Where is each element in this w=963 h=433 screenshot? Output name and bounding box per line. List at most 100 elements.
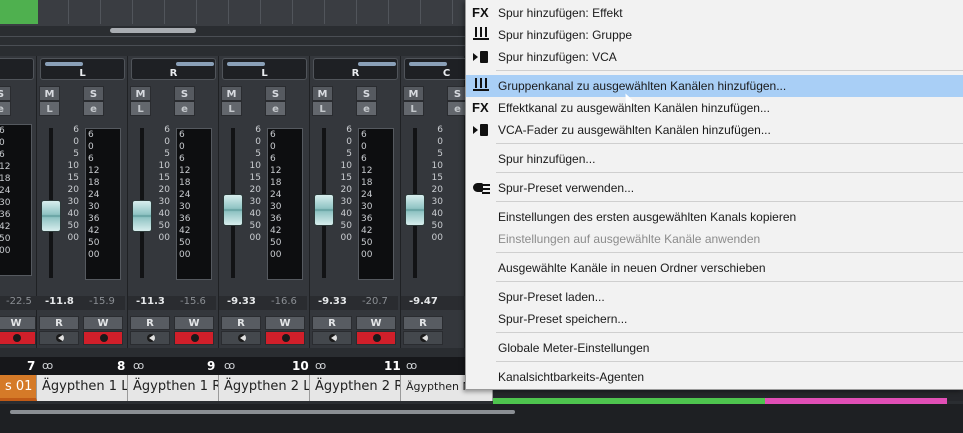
solo-button[interactable]: S xyxy=(356,86,377,101)
fader-value[interactable]: -11.3 xyxy=(136,296,165,307)
record-button[interactable] xyxy=(83,331,123,345)
record-button[interactable] xyxy=(0,331,36,345)
fader-scale: 6 0 5 10 15 20 30 40 50 00 xyxy=(239,124,261,244)
menu-item-add-group-track[interactable]: Spur hinzufügen: Gruppe xyxy=(466,24,963,46)
write-button[interactable]: W xyxy=(356,316,396,330)
mute-button[interactable]: M xyxy=(39,86,60,101)
listen-button[interactable]: L xyxy=(221,101,242,116)
edit-button[interactable]: e xyxy=(356,101,377,116)
read-button[interactable]: R xyxy=(221,316,261,330)
channel-name-8[interactable]: Ägypthen 1 L xyxy=(37,375,128,401)
menu-item-visibility-agents[interactable]: Kanalsichtbarkeits-Agenten xyxy=(466,366,963,388)
fader-tick: 0 xyxy=(164,137,170,147)
listen-button[interactable]: L xyxy=(130,101,151,116)
write-button[interactable]: W xyxy=(0,316,36,330)
meter-tick: 00 xyxy=(179,250,191,260)
listen-button[interactable]: L xyxy=(312,101,333,116)
pan-control[interactable]: R xyxy=(131,58,216,80)
record-button[interactable] xyxy=(356,331,396,345)
channel-name-7[interactable]: s 01 xyxy=(0,375,37,401)
fx-icon: FX xyxy=(472,100,489,115)
meter-tick: 24 xyxy=(179,190,191,200)
mute-button[interactable]: M xyxy=(130,86,151,101)
horizontal-scrollbar-bottom[interactable] xyxy=(10,410,515,414)
mute-button[interactable]: M xyxy=(312,86,333,101)
pan-control[interactable]: L xyxy=(222,58,307,80)
meter-tick: 12 xyxy=(361,166,373,176)
channel-name-11[interactable]: Ägypthen 2 R xyxy=(310,375,401,401)
menu-item-add-vca-track[interactable]: Spur hinzufügen: VCA xyxy=(466,46,963,68)
volume-fader-handle[interactable] xyxy=(132,200,152,232)
mute-button[interactable]: M xyxy=(221,86,242,101)
solo-button[interactable]: S xyxy=(0,86,11,101)
write-button[interactable]: W xyxy=(265,316,305,330)
record-button[interactable] xyxy=(174,331,214,345)
monitor-button[interactable] xyxy=(221,331,261,345)
monitor-button[interactable] xyxy=(130,331,170,345)
vca-icon xyxy=(473,124,489,136)
fader-tick: 6 xyxy=(164,125,170,135)
pan-control[interactable] xyxy=(0,58,34,80)
menu-item-add-effect-track[interactable]: FX Spur hinzufügen: Effekt xyxy=(466,2,963,24)
menu-item-add-group-to-selected[interactable]: Gruppenkanal zu ausgewählten Kanälen hin… xyxy=(466,75,963,97)
pan-control[interactable]: L xyxy=(40,58,125,80)
grid-line xyxy=(196,0,197,24)
menu-item-save-track-preset[interactable]: Spur-Preset speichern... xyxy=(466,308,963,330)
channel-strip: L M L Se 6 0 5 10 15 20 30 40 50 00 6 0 6 12 18 24 30 36 42 50 0… xyxy=(219,56,310,348)
menu-item-add-track[interactable]: Spur hinzufügen... xyxy=(466,148,963,170)
channel-name-10[interactable]: Ägypthen 2 L xyxy=(219,375,310,401)
meter-tick: 0 xyxy=(361,142,367,152)
fader-area: 6 0 5 10 15 20 30 40 50 00 6 0 6 12 18 24 30 36 42 50 00 xyxy=(37,124,125,284)
channel-number: 10 xyxy=(292,359,309,373)
solo-button[interactable]: S xyxy=(83,86,104,101)
solo-button[interactable]: S xyxy=(265,86,286,101)
pan-control[interactable]: R xyxy=(313,58,398,80)
monitor-button[interactable] xyxy=(403,331,443,345)
meter-tick: 24 xyxy=(88,190,100,200)
write-button[interactable]: W xyxy=(83,316,123,330)
grid-line xyxy=(324,0,325,24)
fader-value[interactable]: -9.33 xyxy=(318,296,347,307)
monitor-button[interactable] xyxy=(312,331,352,345)
horizontal-scrollbar-top[interactable] xyxy=(110,28,196,33)
read-button[interactable]: R xyxy=(312,316,352,330)
edit-button[interactable]: e xyxy=(83,101,104,116)
monitor-button[interactable] xyxy=(39,331,79,345)
edit-button[interactable]: e xyxy=(0,101,11,116)
fader-tick: 5 xyxy=(73,149,79,159)
menu-item-add-vca-to-selected[interactable]: VCA-Fader zu ausgewählten Kanälen hinzuf… xyxy=(466,119,963,141)
meter-tick: 6 xyxy=(0,126,5,136)
edit-button[interactable]: e xyxy=(174,101,195,116)
volume-fader-handle[interactable] xyxy=(223,194,243,226)
fader-value[interactable]: -11.8 xyxy=(45,296,74,307)
menu-item-use-track-preset[interactable]: Spur-Preset verwenden... xyxy=(466,177,963,199)
volume-fader-handle[interactable] xyxy=(41,200,61,232)
menu-item-copy-settings[interactable]: Einstellungen des ersten ausgewählten Ka… xyxy=(466,206,963,228)
fader-value[interactable]: -9.33 xyxy=(227,296,256,307)
volume-fader-handle[interactable] xyxy=(314,194,334,226)
fader-value[interactable]: -9.47 xyxy=(409,296,438,307)
listen-button[interactable]: L xyxy=(403,101,424,116)
menu-item-add-fx-to-selected[interactable]: FX Effektkanal zu ausgewählten Kanälen h… xyxy=(466,97,963,119)
read-button[interactable]: R xyxy=(403,316,443,330)
listen-button[interactable]: L xyxy=(39,101,60,116)
mute-button[interactable]: M xyxy=(403,86,424,101)
meter-tick: 18 xyxy=(0,174,11,184)
menu-item-load-track-preset[interactable]: Spur-Preset laden... xyxy=(466,286,963,308)
record-button[interactable] xyxy=(265,331,305,345)
solo-button[interactable]: S xyxy=(174,86,195,101)
grid-line xyxy=(164,0,165,24)
fader-tick: 0 xyxy=(346,137,352,147)
meter-tick: 00 xyxy=(88,250,100,260)
menu-item-global-meter-settings[interactable]: Globale Meter-Einstellungen xyxy=(466,337,963,359)
channel-name-9[interactable]: Ägypthen 1 R xyxy=(128,375,219,401)
write-button[interactable]: W xyxy=(174,316,214,330)
read-button[interactable]: R xyxy=(130,316,170,330)
menu-item-move-to-folder[interactable]: Ausgewählte Kanäle in neuen Ordner versc… xyxy=(466,257,963,279)
solo-edit-group: Se xyxy=(356,86,399,116)
link-icon: ꝏ xyxy=(315,359,327,372)
fader-tick: 00 xyxy=(431,233,443,243)
volume-fader-handle[interactable] xyxy=(405,194,425,226)
edit-button[interactable]: e xyxy=(265,101,286,116)
read-button[interactable]: R xyxy=(39,316,79,330)
